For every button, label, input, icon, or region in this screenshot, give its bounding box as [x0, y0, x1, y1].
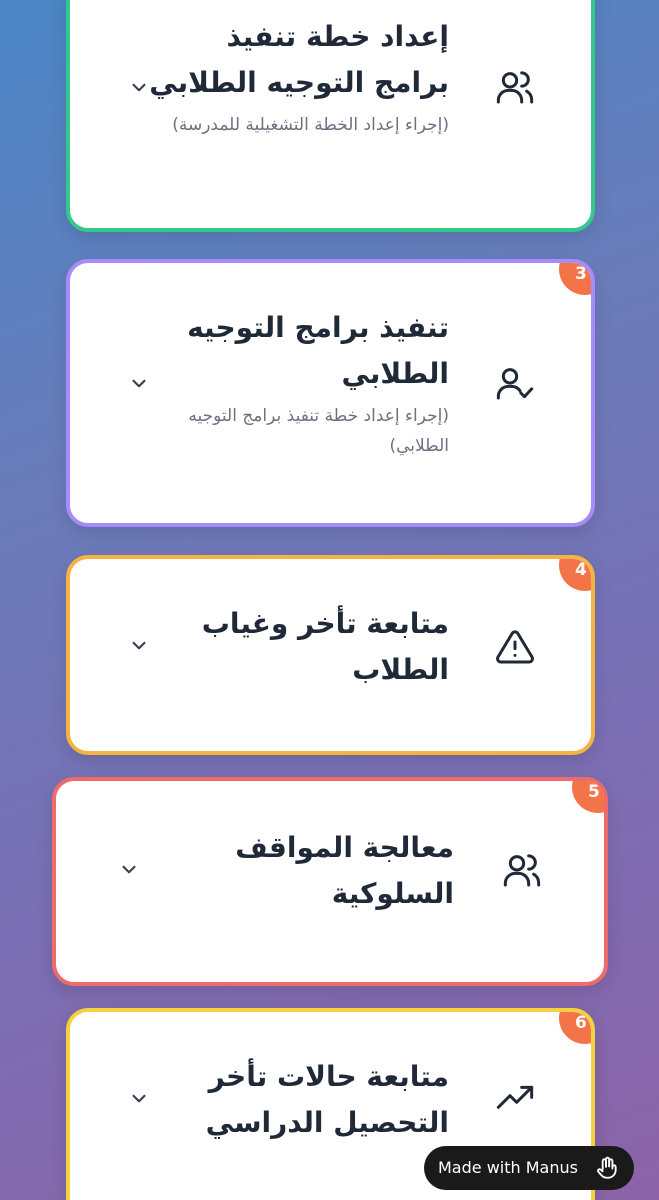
step-title: معالجة المواقف السلوكية [235, 831, 454, 910]
trending-up-icon [495, 1079, 535, 1119]
step-number-badge: 4 [559, 559, 591, 591]
users-icon [502, 850, 542, 890]
chevron-down-icon[interactable] [126, 1085, 152, 1111]
made-with-manus-button[interactable]: Made with Manus [424, 1146, 634, 1190]
chevron-down-icon[interactable] [126, 74, 152, 100]
step-number-badge: 6 [559, 1012, 591, 1044]
step-title: متابعة حالات تأخر التحصيل الدراسي [205, 1060, 449, 1139]
chevron-down-icon[interactable] [126, 370, 152, 396]
step-title: إعداد خطة تنفيذ برامج التوجيه الطلابي [149, 20, 449, 99]
step-title: تنفيذ برامج التوجيه الطلابي [187, 311, 449, 390]
made-with-label: Made with Manus [438, 1158, 578, 1177]
step-card-4[interactable]: 5 معالجة المواقف السلوكية [52, 777, 608, 986]
chevron-down-icon[interactable] [116, 856, 142, 882]
users-icon [495, 67, 535, 107]
chevron-down-icon[interactable] [126, 632, 152, 658]
step-number-badge: 3 [559, 263, 591, 295]
warning-icon [495, 627, 535, 667]
user-check-icon [495, 363, 535, 403]
step-card-2[interactable]: 3 تنفيذ برامج التوجيه الطلابي (إجراء إعد… [66, 259, 595, 527]
hand-icon [594, 1155, 620, 1181]
step-subtitle: (إجراء إعداد خطة تنفيذ برامج التوجيه الط… [188, 406, 449, 456]
step-subtitle: (إجراء إعداد الخطة التشغيلية للمدرسة) [172, 115, 449, 135]
step-card-3[interactable]: 4 متابعة تأخر وغياب الطلاب [66, 555, 595, 755]
step-title: متابعة تأخر وغياب الطلاب [201, 607, 449, 686]
step-number-badge: 5 [572, 781, 604, 813]
step-card-1[interactable]: إعداد خطة تنفيذ برامج التوجيه الطلابي (إ… [66, 0, 595, 232]
